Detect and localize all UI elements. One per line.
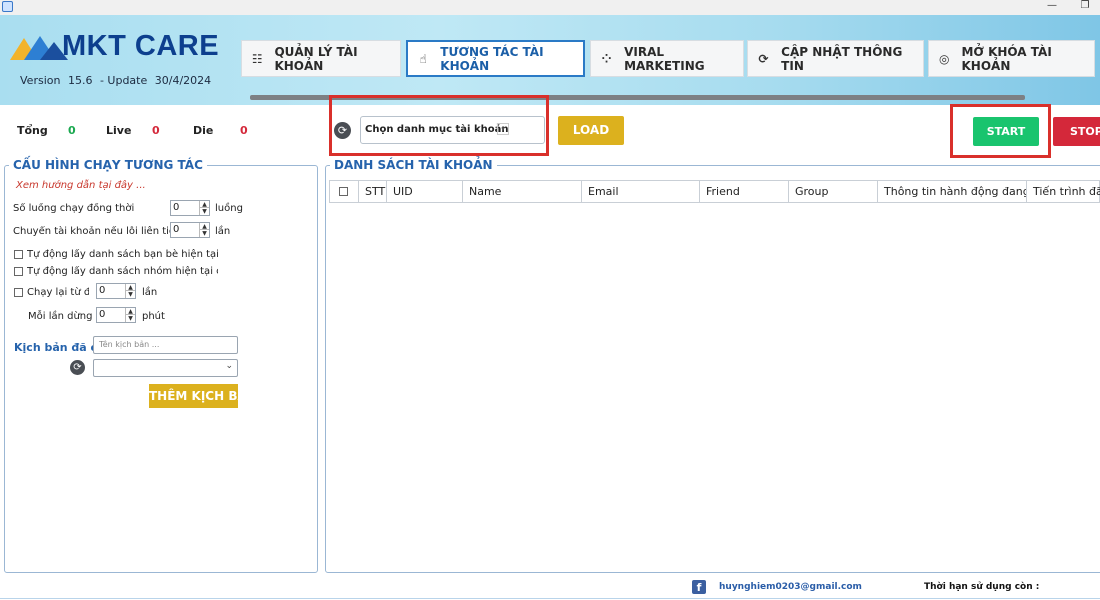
pause-label: Mỗi lần dừng	[28, 311, 93, 322]
chevron-down-icon: ⌄	[225, 361, 233, 371]
threads-stepper[interactable]: 0 ▲ ▼	[170, 200, 210, 216]
switch-account-label: Chuyển tài khoản nếu lỗi liên tiếp	[13, 226, 170, 237]
add-script-button[interactable]: THÊM KỊCH BẢN	[149, 384, 238, 408]
stepper-up-icon[interactable]: ▲	[125, 308, 135, 315]
stepper-up-icon[interactable]: ▲	[199, 201, 209, 208]
auto-friends-label: Tự động lấy danh sách bạn bè hiện tại củ…	[27, 249, 218, 260]
account-category-select[interactable]: Chọn danh mục tài khoản ▾	[360, 116, 545, 144]
column-header[interactable]: Thông tin hành động đang	[878, 181, 1027, 202]
auto-friends-checkbox[interactable]	[14, 250, 23, 259]
fingerprint-icon: ◎	[939, 51, 950, 66]
version-info: Version 15.6 - Update 30/4/2024	[20, 74, 215, 87]
restore-button[interactable]: ❐	[1075, 0, 1095, 14]
pause-value: 0	[99, 309, 106, 320]
app-icon	[2, 1, 13, 12]
touch-icon: ☝	[419, 51, 427, 66]
list-settings-icon: ☷	[251, 51, 263, 66]
tab-account-management[interactable]: ☷ QUẢN LÝ TÀI KHOẢN	[241, 40, 401, 77]
start-button[interactable]: START	[973, 117, 1039, 146]
load-button[interactable]: LOAD	[558, 116, 624, 145]
threads-unit: luồng	[215, 203, 243, 214]
tab-label: MỞ KHÓA TÀI KHOẢN	[961, 44, 1052, 73]
stepper-up-icon[interactable]: ▲	[125, 284, 135, 291]
column-header[interactable]: Name	[463, 181, 582, 202]
stepper-down-icon[interactable]: ▼	[199, 208, 209, 215]
window-titlebar: — ❐	[0, 0, 1100, 15]
contact-email[interactable]: huynghiem0203@gmail.com	[719, 582, 862, 592]
column-header[interactable]: Tiến trình đã chạy	[1027, 181, 1100, 202]
switch-account-stepper[interactable]: 0 ▲ ▼	[170, 222, 210, 238]
column-header[interactable]: Group	[789, 181, 878, 202]
live-label: Live	[106, 124, 132, 137]
stepper-down-icon[interactable]: ▼	[125, 291, 135, 298]
mkt-logo-icon	[10, 36, 68, 60]
accounts-panel	[325, 165, 1100, 573]
tab-label: QUẢN LÝ TÀI KHOẢN	[274, 44, 358, 73]
refresh-settings-icon: ⟳	[758, 51, 769, 66]
rerun-checkbox[interactable]	[14, 288, 23, 297]
rerun-value: 0	[99, 285, 106, 296]
update-label: - Update	[99, 74, 148, 87]
column-header[interactable]: UID	[387, 181, 463, 202]
die-label: Die	[193, 124, 214, 137]
select-all-cell[interactable]	[330, 181, 359, 202]
dropdown-arrow-icon[interactable]: ▾	[497, 123, 509, 135]
pause-unit: phút	[142, 311, 165, 322]
tab-update-info[interactable]: ⟳ CẬP NHẬT THÔNG TIN	[747, 40, 924, 77]
accounts-table-header: STT UID Name Email Friend Group Thông ti…	[329, 180, 1100, 203]
tab-label: CẬP NHẬT THÔNG TIN	[781, 44, 903, 73]
expiry-label: Thời hạn sử dụng còn :	[924, 582, 1040, 592]
auto-groups-checkbox[interactable]	[14, 267, 23, 276]
footer-divider	[0, 598, 1100, 599]
tab-label: VIRAL MARKETING	[624, 44, 705, 73]
total-count: 0	[68, 124, 76, 137]
rerun-label: Chạy lại từ đầu	[27, 287, 89, 298]
category-value: Chọn danh mục tài khoản	[365, 124, 509, 135]
threads-label: Số luồng chạy đồng thời	[13, 203, 135, 214]
brand-name: MKT CARE	[62, 30, 220, 62]
stepper-down-icon[interactable]: ▼	[125, 315, 135, 322]
version-number: 15.6	[67, 74, 93, 87]
select-all-checkbox[interactable]	[339, 187, 348, 196]
tab-viral-marketing[interactable]: ⁘ VIRAL MARKETING	[590, 40, 744, 77]
tab-unlock-account[interactable]: ◎ MỞ KHÓA TÀI KHOẢN	[928, 40, 1095, 77]
switch-value: 0	[173, 224, 180, 235]
script-name-input[interactable]: Tên kịch bản ...	[93, 336, 238, 354]
accounts-panel-title: DANH SÁCH TÀI KHOẢN	[330, 158, 497, 172]
tab-label: TƯƠNG TÁC TÀI KHOẢN	[440, 44, 544, 73]
tab-account-interaction[interactable]: ☝ TƯƠNG TÁC TÀI KHOẢN	[406, 40, 585, 77]
pause-stepper[interactable]: 0 ▲ ▼	[96, 307, 136, 323]
config-panel-title: CẤU HÌNH CHẠY TƯƠNG TÁC	[9, 158, 207, 172]
stop-button[interactable]: STOP	[1053, 117, 1100, 146]
script-label: Kịch bản đã chọn	[14, 341, 94, 354]
facebook-icon[interactable]: f	[692, 580, 706, 594]
rerun-stepper[interactable]: 0 ▲ ▼	[96, 283, 136, 299]
version-label: Version	[20, 74, 61, 87]
live-count: 0	[152, 124, 160, 137]
column-header[interactable]: Email	[582, 181, 700, 202]
refresh-icon[interactable]: ⟳	[334, 122, 351, 139]
script-select[interactable]: ⌄	[93, 359, 238, 377]
apps-icon: ⁘	[601, 51, 612, 66]
threads-value: 0	[173, 202, 180, 213]
stepper-up-icon[interactable]: ▲	[199, 223, 209, 230]
column-header[interactable]: STT	[359, 181, 387, 202]
script-refresh-icon[interactable]: ⟳	[70, 360, 85, 375]
update-date: 30/4/2024	[154, 74, 212, 87]
guide-link[interactable]: Xem hướng dẫn tại đây ...	[16, 180, 146, 191]
switch-unit: lần	[215, 226, 231, 237]
column-header[interactable]: Friend	[700, 181, 789, 202]
die-count: 0	[240, 124, 248, 137]
rerun-unit: lần	[142, 287, 158, 298]
total-label: Tổng	[17, 124, 48, 137]
auto-groups-label: Tự động lấy danh sách nhóm hiện tại của	[27, 266, 218, 277]
minimize-button[interactable]: —	[1042, 0, 1062, 14]
stepper-down-icon[interactable]: ▼	[199, 230, 209, 237]
